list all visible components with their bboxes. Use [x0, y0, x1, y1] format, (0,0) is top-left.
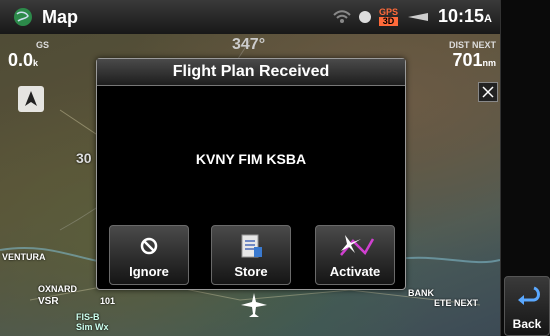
status-area: GPS 3D 10:15A [333, 6, 492, 27]
bluetooth-icon [358, 10, 371, 23]
dist-next-value: 701 [452, 50, 483, 70]
gps-status: GPS 3D [378, 7, 398, 26]
map-label-ventura: VENTURA [2, 252, 46, 262]
dist-next-unit: nm [482, 58, 497, 68]
activate-label: Activate [329, 264, 381, 279]
groundspeed-value: 0.0 [8, 50, 34, 70]
aircraft-status-icon [408, 12, 428, 21]
map-label-fisb: FIS-B [76, 312, 100, 322]
groundspeed-unit: k [33, 58, 39, 68]
map-page-icon [10, 6, 36, 28]
title-bar: Map GPS 3D 10:15A [0, 0, 500, 34]
groundspeed-field: GS 0.0k [8, 40, 49, 71]
dist-next-field: DIST NEXT 701nm [426, 40, 496, 71]
dist-next-label: DIST NEXT [448, 40, 496, 50]
store-icon [212, 232, 290, 260]
ignore-icon [110, 232, 188, 260]
track-value: 347° [232, 36, 266, 53]
back-arrow-icon [505, 285, 549, 310]
clock: 10:15A [438, 6, 492, 27]
clock-suffix: A [484, 13, 492, 25]
map-label-oxnard: OXNARD [38, 284, 78, 294]
track-field: 347° [232, 36, 265, 54]
back-label: Back [512, 317, 542, 331]
page-title: Map [42, 7, 78, 27]
gps-mode: 3D [378, 16, 398, 26]
activate-icon [316, 232, 394, 260]
ownship-icon [240, 292, 268, 323]
map-label-bank: BANK [408, 288, 434, 298]
map-label-vsr: VSR [38, 296, 59, 307]
store-button[interactable]: Store [211, 225, 291, 285]
map-label-ete-next: ETE NEXT [434, 298, 479, 308]
ignore-label: Ignore [129, 264, 169, 279]
activate-button[interactable]: Activate [315, 225, 395, 285]
map-label-101: 101 [100, 296, 116, 306]
groundspeed-label: GS [36, 40, 50, 50]
flight-plan-dialog: Flight Plan Received KVNY FIM KSBA Ignor… [96, 58, 406, 290]
wind-icon[interactable] [478, 82, 498, 102]
screen: GS 0.0k 347° DIST NEXT 701nm 30 VENTURA … [0, 0, 550, 336]
back-button[interactable]: Back [504, 276, 550, 336]
clock-time: 10:15 [438, 6, 485, 26]
dialog-title: Flight Plan Received [97, 59, 405, 86]
map-label-sim-wx: Sim Wx [76, 322, 109, 332]
store-label: Store [234, 264, 268, 279]
wifi-icon [333, 9, 351, 23]
flight-plan-route: KVNY FIM KSBA [195, 151, 307, 167]
ignore-button[interactable]: Ignore [109, 225, 189, 285]
sidebar: Back [500, 0, 550, 336]
map-label-30: 30 [76, 150, 92, 166]
north-up-icon[interactable] [18, 86, 44, 112]
